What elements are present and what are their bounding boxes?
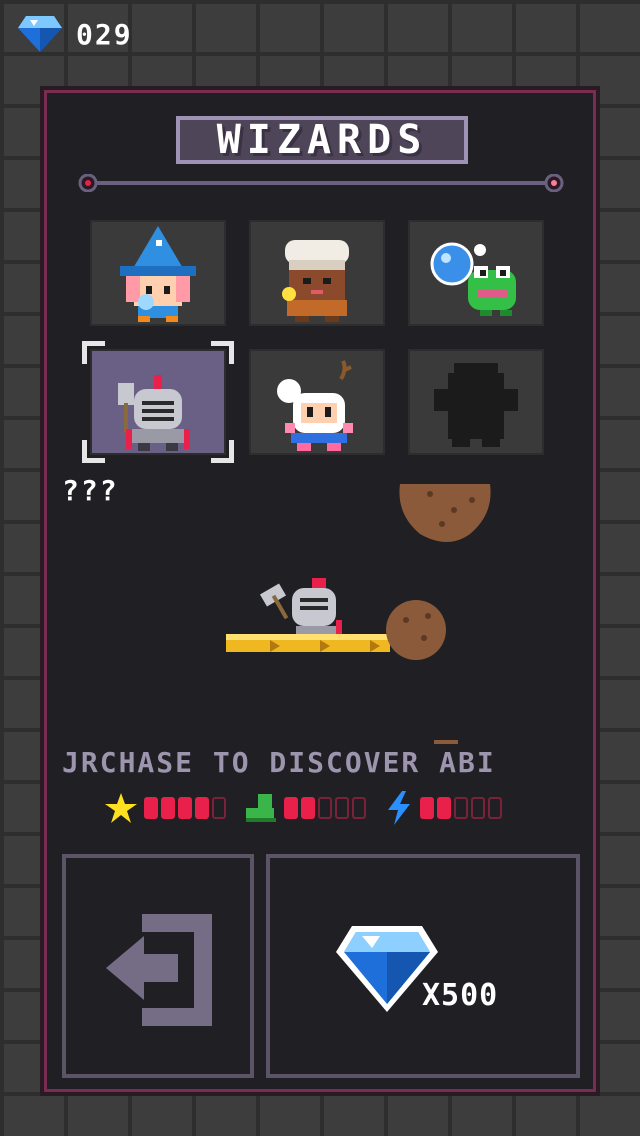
stat-pip-empty (212, 797, 226, 819)
stat-pip-filled (178, 797, 192, 819)
locked-silhouette-icon (434, 363, 518, 447)
ability-preview-scene (226, 484, 491, 744)
star-icon (105, 793, 137, 823)
character-tile-locked[interactable] (408, 349, 544, 455)
stat-pip-empty (471, 797, 485, 819)
stat-pip-empty (488, 797, 502, 819)
select-corner-tr (211, 341, 234, 364)
stat-bars (104, 790, 502, 826)
gem-counter: 029 (16, 14, 133, 54)
bomber-sprite (277, 360, 353, 451)
blue-wizard-sprite (120, 226, 196, 322)
character-tile-turban-wizard[interactable] (249, 220, 385, 326)
stat-magic (384, 790, 502, 826)
turban-wizard-sprite (282, 240, 349, 322)
stat-pip-empty (454, 797, 468, 819)
knight-preview-sprite (259, 578, 342, 638)
stat-pip-filled (284, 797, 298, 819)
ability-ticker: JRCHASE TO DISCOVER ABI (62, 746, 496, 779)
stat-power-pips (144, 797, 226, 819)
stat-pip-filled (144, 797, 158, 819)
falling-boulder-top (399, 484, 491, 542)
wizards-panel: WIZARDS ??? JRCHASE TO DISCOVER ABI X500 (40, 86, 600, 1096)
exit-button[interactable] (62, 854, 254, 1078)
stat-pip-filled (301, 797, 315, 819)
knight-sprite (118, 375, 190, 451)
rolling-boulder (386, 600, 446, 660)
stat-magic-pips (420, 797, 502, 819)
stat-pip-empty (335, 797, 349, 819)
character-tile-blue-wizard[interactable] (90, 220, 226, 326)
gold-platform (226, 634, 390, 652)
stat-pip-filled (420, 797, 434, 819)
stat-speed-pips (284, 797, 366, 819)
bubble-frog-sprite (430, 242, 516, 316)
character-tile-bubble-frog[interactable] (408, 220, 544, 326)
character-tile-bomber[interactable] (249, 349, 385, 455)
lightning-icon (388, 791, 410, 825)
title-divider (78, 174, 564, 192)
title-plate: WIZARDS (176, 116, 468, 164)
stat-pip-filled (195, 797, 209, 819)
character-tile-knight[interactable] (82, 341, 234, 463)
select-corner-br (211, 440, 234, 463)
gem-count: 029 (76, 17, 133, 51)
diamond-gem-icon (18, 16, 62, 52)
buy-button[interactable]: X500 (266, 854, 580, 1078)
stat-pip-filled (437, 797, 451, 819)
stat-pip-filled (161, 797, 175, 819)
stat-pip-empty (352, 797, 366, 819)
price-label: X500 (422, 978, 499, 1013)
debris (434, 740, 458, 744)
select-corner-bl (82, 440, 105, 463)
exit-arrow-icon (106, 914, 212, 1026)
boot-icon (246, 794, 276, 822)
stat-speed (244, 792, 366, 824)
stat-power (104, 792, 226, 824)
select-corner-tl (82, 341, 105, 364)
stat-pip-empty (318, 797, 332, 819)
panel-title: WIZARDS (216, 117, 428, 163)
